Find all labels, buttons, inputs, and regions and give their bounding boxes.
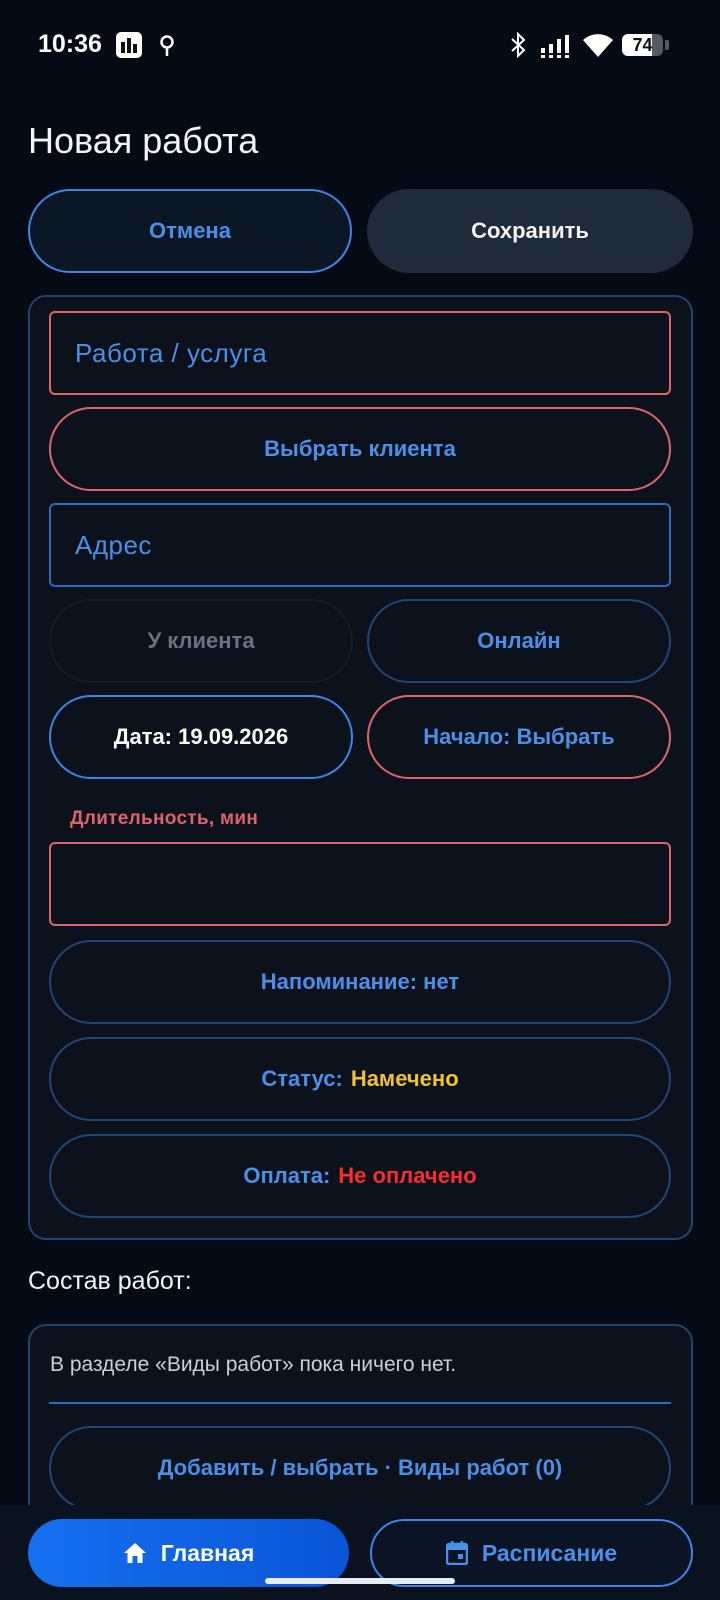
start-time-button[interactable]: Начало: Выбрать <box>367 695 671 779</box>
nav-schedule-label: Расписание <box>481 1539 618 1566</box>
service-placeholder: Работа / услуга <box>75 337 268 368</box>
date-button[interactable]: Дата: 19.09.2026 <box>49 695 353 779</box>
wifi-icon <box>582 32 614 58</box>
online-option[interactable]: Онлайн <box>367 599 671 683</box>
divider <box>49 1402 671 1404</box>
nav-home-button[interactable]: Главная <box>28 1519 349 1587</box>
home-indicator <box>265 1578 455 1584</box>
duration-label: Длительность, мин <box>70 808 259 829</box>
location-icon <box>159 34 175 58</box>
nav-schedule-button[interactable]: Расписание <box>370 1519 693 1587</box>
duration-input[interactable] <box>49 842 671 926</box>
screen: 10:36 74 Новая работа Отмена Сохранить Р… <box>0 0 720 1600</box>
app-notification-icon <box>116 32 142 58</box>
service-input[interactable]: Работа / услуга <box>49 311 671 395</box>
payment-value: Не оплачено <box>338 1163 477 1188</box>
battery-icon: 74 <box>622 32 670 58</box>
reminder-button[interactable]: Напоминание: нет <box>49 940 671 1024</box>
status-bar: 10:36 74 <box>0 0 720 92</box>
composition-title: Состав работ: <box>28 1267 192 1295</box>
cancel-button[interactable]: Отмена <box>28 189 352 273</box>
bluetooth-icon <box>510 31 526 59</box>
calendar-icon <box>445 1541 468 1565</box>
status-value: Намечено <box>350 1066 459 1091</box>
at-client-option[interactable]: У клиента <box>49 599 353 683</box>
page-title: Новая работа <box>28 120 259 161</box>
save-button[interactable]: Сохранить <box>367 189 693 273</box>
signal-icon <box>541 34 573 58</box>
status-button[interactable]: Статус: Намечено <box>49 1037 671 1121</box>
payment-button[interactable]: Оплата: Не оплачено <box>49 1134 671 1218</box>
works-empty-text: В разделе «Виды работ» пока ничего нет. <box>50 1353 457 1376</box>
home-icon <box>123 1542 147 1564</box>
address-placeholder: Адрес <box>75 529 152 560</box>
add-work-type-button[interactable]: Добавить / выбрать · Виды работ (0) <box>49 1426 671 1510</box>
status-label: Статус: <box>261 1066 343 1091</box>
battery-level: 74 <box>632 35 653 55</box>
select-client-button[interactable]: Выбрать клиента <box>49 407 671 491</box>
nav-home-label: Главная <box>160 1539 255 1566</box>
address-input[interactable]: Адрес <box>49 503 671 587</box>
status-time: 10:36 <box>38 30 102 58</box>
payment-label: Оплата: <box>243 1163 331 1188</box>
